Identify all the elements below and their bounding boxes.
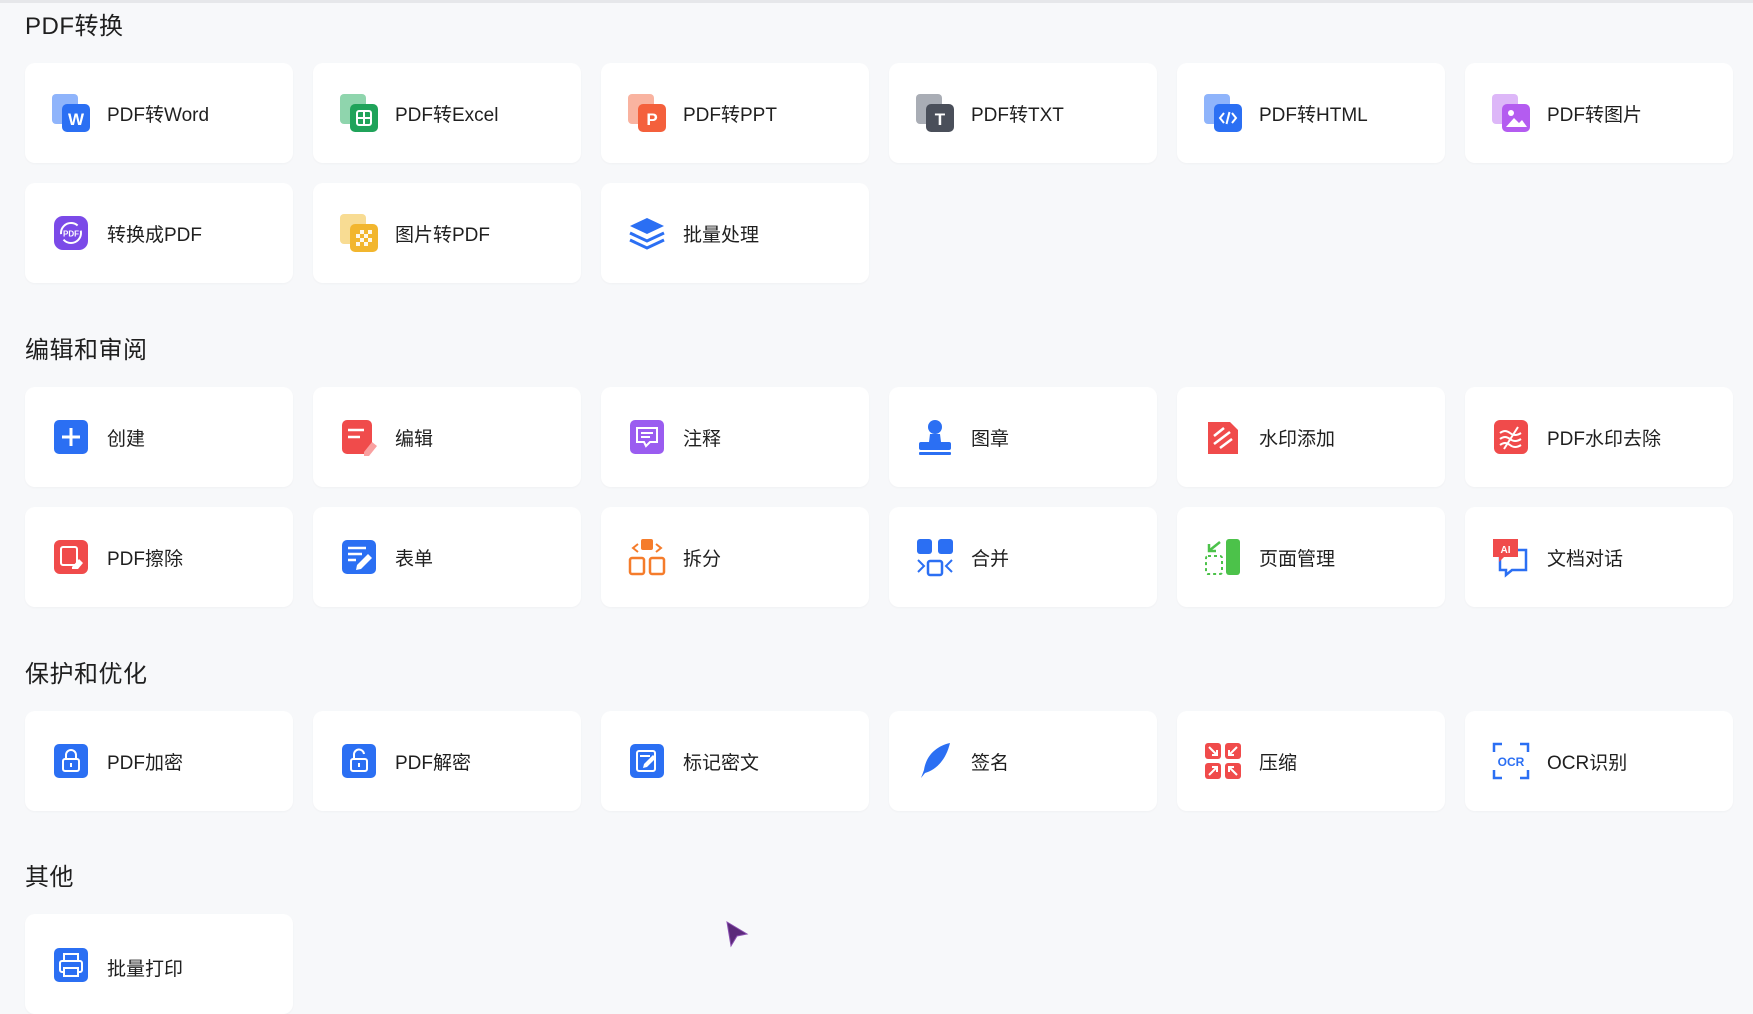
tool-label: PDF解密 — [395, 752, 472, 774]
unlock-icon — [338, 740, 380, 782]
svg-text:PDF: PDF — [63, 230, 79, 239]
txt-icon: T — [914, 92, 956, 134]
html-icon — [1202, 92, 1244, 134]
tool-label: PDF转图片 — [1547, 104, 1643, 126]
svg-text:W: W — [68, 110, 85, 129]
tool-pdf-to-word[interactable]: W PDF转Word — [25, 63, 293, 163]
svg-text:T: T — [935, 110, 946, 129]
plus-icon — [50, 416, 92, 458]
tool-ocr[interactable]: OCR OCR识别 — [1465, 711, 1733, 811]
tool-label: PDF加密 — [107, 752, 184, 774]
tool-label: 表单 — [395, 548, 434, 570]
merge-icon — [914, 536, 956, 578]
stamp-icon — [914, 416, 956, 458]
convert-to-pdf-icon: PDF — [50, 212, 92, 254]
tool-label: 编辑 — [395, 428, 434, 450]
tool-label: 转换成PDF — [107, 224, 203, 246]
redact-icon — [626, 740, 668, 782]
tool-label: 压缩 — [1259, 752, 1298, 774]
tool-page-manage[interactable]: 页面管理 — [1177, 507, 1445, 607]
tool-label: 批量处理 — [683, 224, 760, 246]
tool-label: 标记密文 — [683, 752, 760, 774]
section-title-other: 其他 — [25, 864, 74, 891]
tool-convert-to-pdf[interactable]: PDF 转换成PDF — [25, 183, 293, 283]
tool-pdf-to-txt[interactable]: T PDF转TXT — [889, 63, 1157, 163]
watermark-remove-icon — [1490, 416, 1532, 458]
tool-batch-print[interactable]: 批量打印 — [25, 914, 293, 1014]
tool-label: 文档对话 — [1547, 548, 1624, 570]
tool-ai-chat[interactable]: AI 文档对话 — [1465, 507, 1733, 607]
tool-batch-process[interactable]: 批量处理 — [601, 183, 869, 283]
image-to-pdf-icon — [338, 212, 380, 254]
svg-text:OCR: OCR — [1498, 755, 1525, 769]
tool-redact[interactable]: 标记密文 — [601, 711, 869, 811]
ppt-icon: P — [626, 92, 668, 134]
tool-label: PDF擦除 — [107, 548, 184, 570]
svg-text:P: P — [646, 110, 657, 129]
section-title-pdf-convert: PDF转换 — [25, 13, 124, 40]
ocr-icon: OCR — [1490, 740, 1532, 782]
tool-watermark-remove[interactable]: PDF水印去除 — [1465, 387, 1733, 487]
tool-label: 注释 — [683, 428, 722, 450]
excel-icon — [338, 92, 380, 134]
tool-label: PDF转Excel — [395, 104, 499, 126]
signature-icon — [914, 740, 956, 782]
tool-label: 图章 — [971, 428, 1010, 450]
tool-watermark-add[interactable]: 水印添加 — [1177, 387, 1445, 487]
section-title-protect-optimize: 保护和优化 — [25, 661, 148, 688]
tool-pdf-to-excel[interactable]: PDF转Excel — [313, 63, 581, 163]
tool-comment[interactable]: 注释 — [601, 387, 869, 487]
tool-label: PDF转Word — [107, 104, 210, 126]
tool-form[interactable]: 表单 — [313, 507, 581, 607]
ai-chat-icon: AI — [1490, 536, 1532, 578]
tool-label: 创建 — [107, 428, 146, 450]
tool-edit[interactable]: 编辑 — [313, 387, 581, 487]
page-manage-icon — [1202, 536, 1244, 578]
tool-label: 签名 — [971, 752, 1010, 774]
mouse-cursor-icon — [726, 921, 749, 948]
split-icon — [626, 536, 668, 578]
tool-label: 图片转PDF — [395, 224, 491, 246]
image-icon — [1490, 92, 1532, 134]
tool-image-to-pdf[interactable]: 图片转PDF — [313, 183, 581, 283]
tool-stamp[interactable]: 图章 — [889, 387, 1157, 487]
tool-compress[interactable]: 压缩 — [1177, 711, 1445, 811]
tool-label: PDF水印去除 — [1547, 428, 1662, 450]
tool-label: PDF转PPT — [683, 104, 777, 126]
tool-merge[interactable]: 合并 — [889, 507, 1157, 607]
tool-label: PDF转TXT — [971, 104, 1064, 126]
tool-signature[interactable]: 签名 — [889, 711, 1157, 811]
tool-label: 批量打印 — [107, 959, 184, 980]
form-icon — [338, 536, 380, 578]
tool-split[interactable]: 拆分 — [601, 507, 869, 607]
watermark-add-icon — [1202, 416, 1244, 458]
tool-pdf-encrypt[interactable]: PDF加密 — [25, 711, 293, 811]
tool-pdf-to-image[interactable]: PDF转图片 — [1465, 63, 1733, 163]
tool-label: 页面管理 — [1259, 548, 1336, 570]
tool-label: 合并 — [971, 548, 1010, 570]
tool-label: 拆分 — [683, 548, 722, 570]
lock-icon — [50, 740, 92, 782]
print-icon — [50, 944, 92, 986]
edit-icon — [338, 416, 380, 458]
tool-pdf-decrypt[interactable]: PDF解密 — [313, 711, 581, 811]
layers-icon — [626, 212, 668, 254]
tool-pdf-to-ppt[interactable]: P PDF转PPT — [601, 63, 869, 163]
comment-icon — [626, 416, 668, 458]
tool-label: OCR识别 — [1547, 752, 1628, 774]
tool-label: PDF转HTML — [1259, 104, 1368, 126]
tool-pdf-erase[interactable]: PDF擦除 — [25, 507, 293, 607]
tool-create[interactable]: 创建 — [25, 387, 293, 487]
eraser-icon — [50, 536, 92, 578]
tool-pdf-to-html[interactable]: PDF转HTML — [1177, 63, 1445, 163]
compress-icon — [1202, 740, 1244, 782]
section-title-edit-review: 编辑和审阅 — [25, 337, 148, 364]
word-icon: W — [50, 92, 92, 134]
tool-label: 水印添加 — [1259, 428, 1336, 450]
tools-page: PDF转换 W PDF转Word PDF转Excel P PDF转PPT T P… — [25, 0, 1735, 1014]
svg-text:AI: AI — [1501, 545, 1511, 556]
